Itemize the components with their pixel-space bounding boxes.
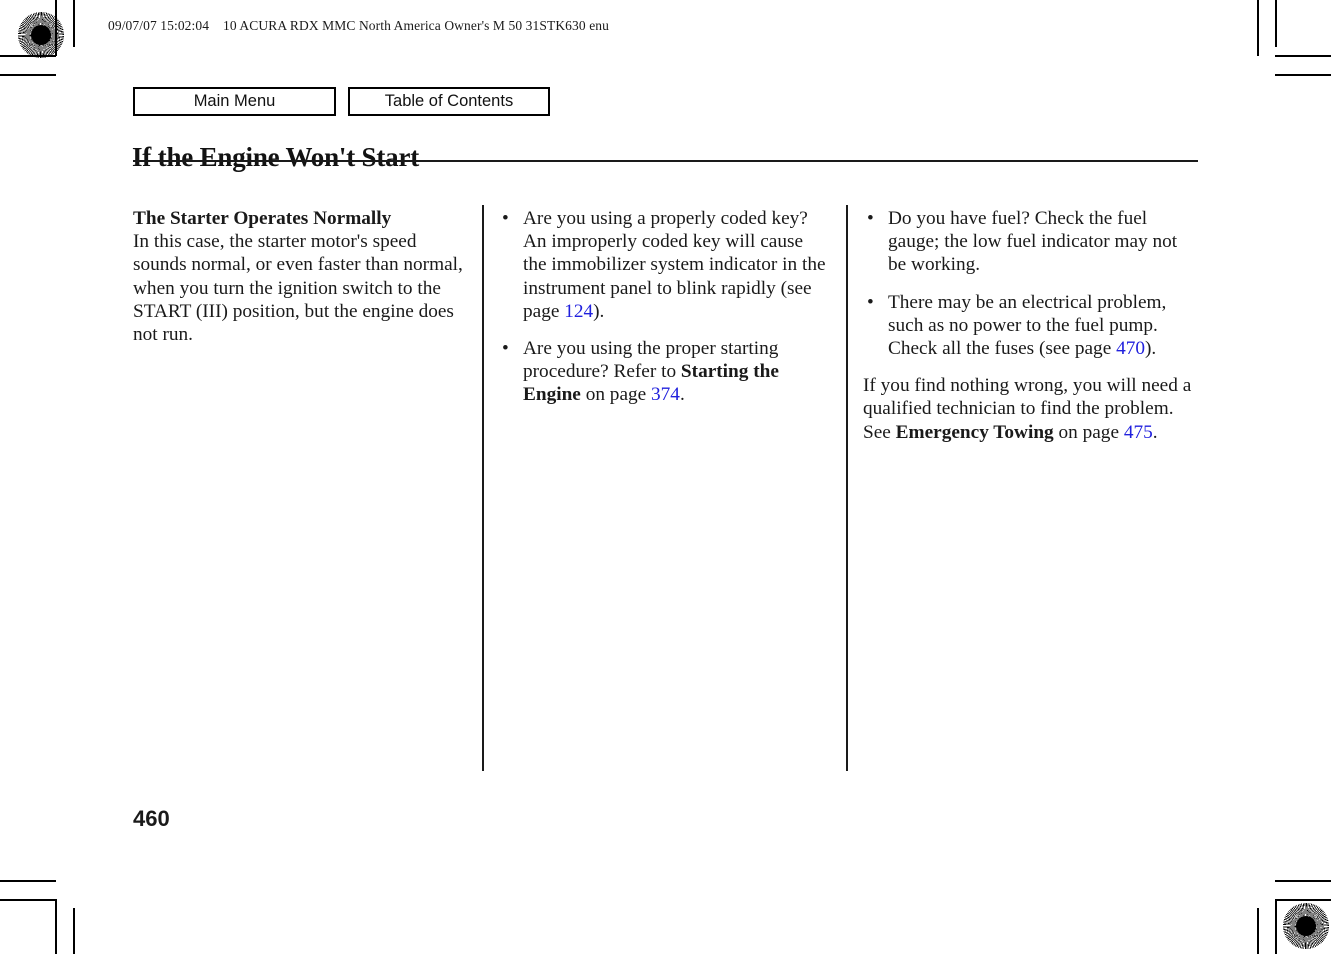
crop-mark-top-right-vertical-outer [1257, 0, 1259, 56]
crop-mark-bottom-left-horizontal-inner [0, 899, 56, 901]
main-menu-button[interactable]: Main Menu [133, 87, 336, 117]
checks-list-column-three: • Do you have fuel? Check the fuel gauge… [863, 207, 1200, 360]
crop-mark-top-left-vertical-inner [55, 0, 57, 56]
list-item: • Do you have fuel? Check the fuel gauge… [863, 207, 1200, 277]
column-divider-right [846, 205, 848, 771]
registration-crosshair-left [14, 434, 66, 518]
list-item: • Are you using a properly coded key? An… [498, 207, 831, 323]
bullet-text-part: . [679, 384, 685, 406]
document-page: 09/07/07 15:02:04 10 ACURA RDX MMC North… [0, 0, 1331, 954]
column-one: The Starter Operates Normally In this ca… [133, 207, 469, 346]
column-divider-left [482, 205, 484, 771]
registration-crosshair-bottom [628, 896, 712, 948]
page-reference-link[interactable]: 374 [651, 384, 680, 405]
registration-target-bottom-right [1283, 903, 1329, 949]
title-divider-rule [133, 160, 1198, 162]
page-reference-link[interactable]: 475 [1124, 422, 1153, 443]
navigation-bar: Main Menu Table of Contents [133, 87, 550, 117]
bullet-text-part: Do you have fuel? Check the fuel gauge; … [888, 208, 1178, 276]
crop-mark-bottom-right-vertical-outer [1257, 908, 1259, 954]
bullet-text-part: on page [580, 384, 652, 406]
cross-reference-title: Emergency Towing [895, 421, 1054, 443]
crop-mark-top-left-horizontal-outer [0, 74, 56, 76]
registration-crosshair-right [1268, 434, 1320, 518]
crop-mark-top-left-vertical-outer [73, 0, 75, 47]
crop-mark-bottom-right-horizontal-inner [1275, 899, 1331, 901]
bullet-icon: • [867, 291, 874, 313]
page-reference-link[interactable]: 124 [564, 301, 593, 322]
crop-mark-bottom-left-vertical-inner [55, 899, 57, 954]
crop-mark-bottom-right-horizontal-outer [1275, 880, 1331, 882]
crop-mark-top-right-horizontal-inner [1275, 55, 1331, 57]
list-item: • Are you using the proper starting proc… [498, 337, 831, 407]
bullet-icon: • [867, 208, 874, 229]
page-title: If the Engine Won't Start [132, 142, 420, 173]
checks-list-column-two: • Are you using a properly coded key? An… [498, 207, 831, 407]
crop-mark-top-right-vertical-inner [1275, 0, 1277, 47]
column-three: • Do you have fuel? Check the fuel gauge… [863, 207, 1200, 444]
page-reference-link[interactable]: 470 [1116, 338, 1145, 359]
list-item: • There may be an electrical problem, su… [863, 291, 1200, 361]
bullet-icon: • [502, 338, 509, 360]
closing-paragraph: If you find nothing wrong, you will need… [863, 374, 1200, 444]
crop-mark-top-right-horizontal-outer [1275, 74, 1331, 76]
registration-target-top-left [18, 12, 64, 58]
crop-mark-bottom-left-horizontal-outer [0, 880, 56, 882]
table-of-contents-button[interactable]: Table of Contents [348, 87, 550, 117]
closing-text-part: . [1152, 421, 1158, 443]
registration-crosshair-top [628, 6, 712, 58]
closing-text-part: on page [1053, 421, 1124, 443]
column-two: • Are you using a properly coded key? An… [498, 207, 831, 407]
starter-operates-normally-paragraph: In this case, the starter motor's speed … [133, 231, 463, 346]
starter-operates-normally-subhead: The Starter Operates Normally [133, 208, 392, 229]
bullet-text-part: ). [1145, 338, 1157, 360]
crop-mark-bottom-left-vertical-outer [73, 908, 75, 954]
document-header-line: 09/07/07 15:02:04 10 ACURA RDX MMC North… [108, 18, 610, 33]
page-number-folio: 460 [133, 806, 170, 831]
crop-mark-bottom-right-vertical-inner [1275, 899, 1277, 954]
bullet-text-part: ). [593, 300, 605, 322]
crop-mark-top-left-horizontal-inner [0, 55, 56, 57]
bullet-icon: • [502, 208, 509, 229]
